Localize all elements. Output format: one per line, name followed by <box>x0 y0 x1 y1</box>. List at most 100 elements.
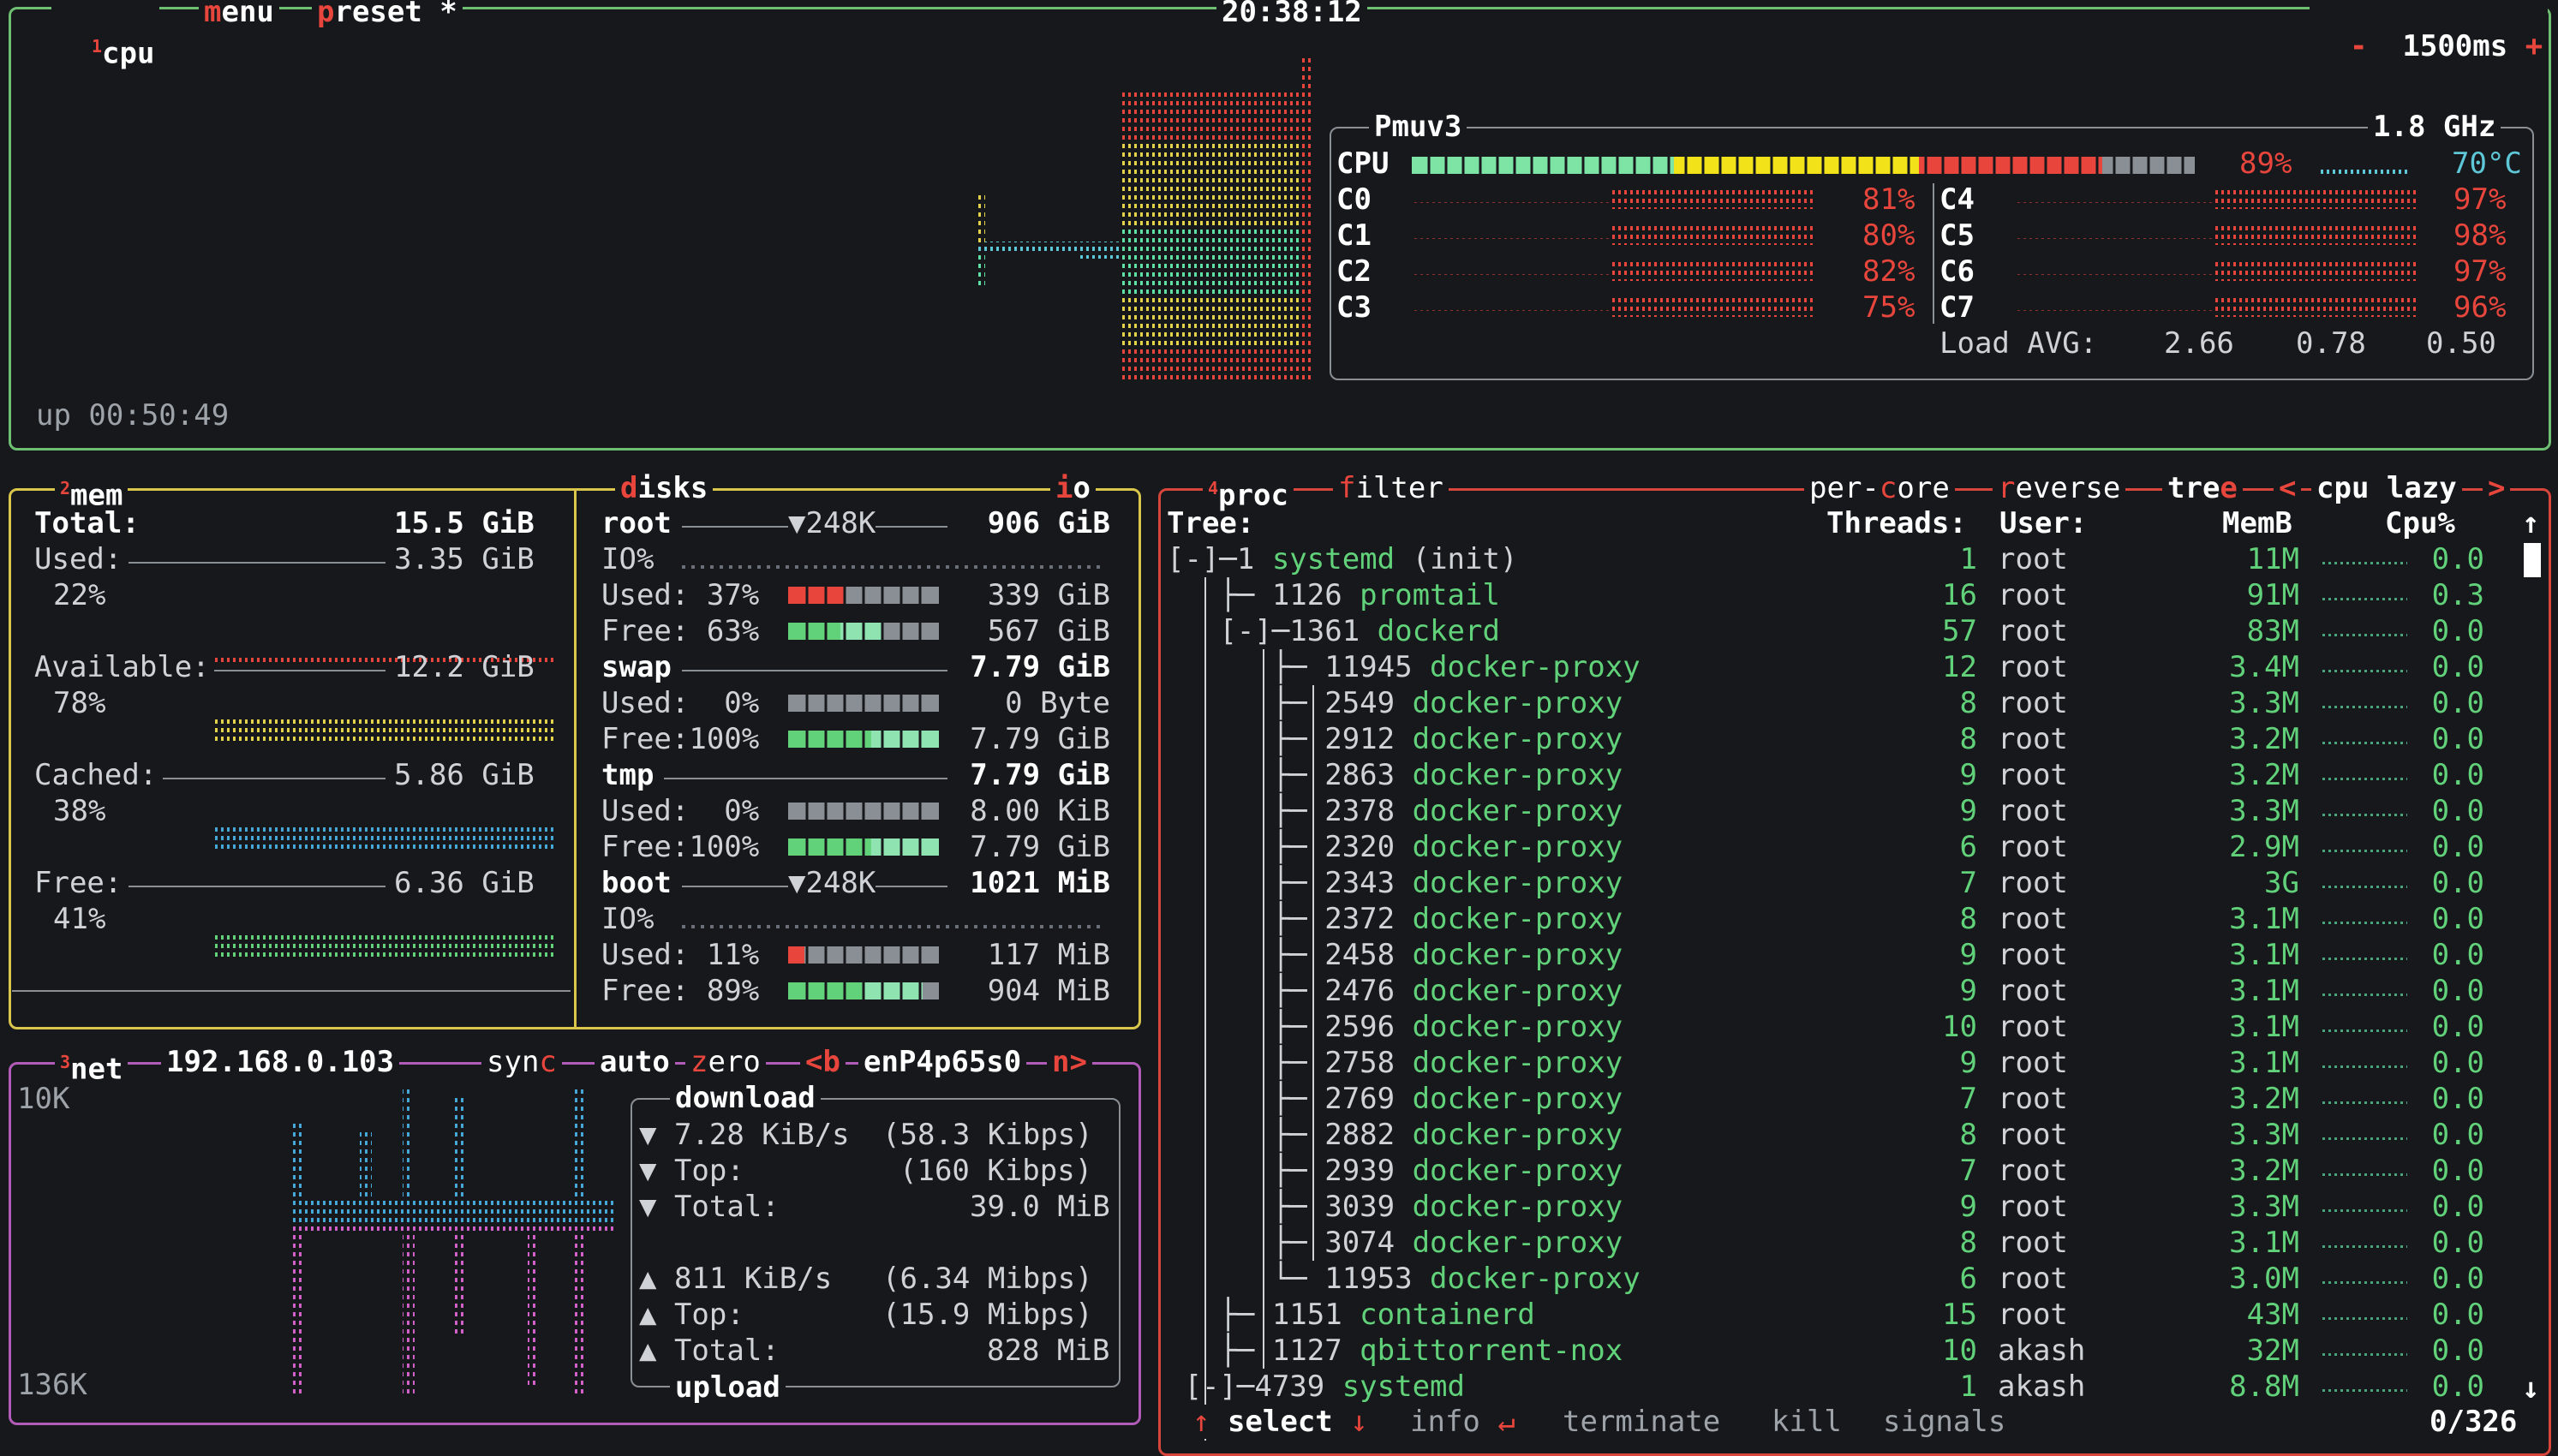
download-rate-bits: (58.3 Kibps) <box>882 1118 1093 1152</box>
process-row[interactable]: ├─ 2476 docker-proxy 9 root 3.1M 0.0 <box>1167 973 2512 1009</box>
load-avg-label: Load AVG: <box>1939 326 2098 361</box>
core-c6-percent: 97% <box>2453 254 2507 289</box>
process-cpu: 0.0 <box>2431 794 2484 828</box>
header-tree[interactable]: Tree: <box>1167 505 1254 541</box>
prev-interface-button[interactable]: <b <box>800 1045 846 1079</box>
disk-root-name: root <box>601 506 672 540</box>
process-row[interactable]: [-]─1361 dockerd 57 root 83M 0.0 <box>1167 613 2512 649</box>
header-user[interactable]: User: <box>1999 505 2087 541</box>
cpu-history-graph <box>975 57 1314 382</box>
tree-toggle[interactable]: tree <box>2162 471 2243 505</box>
process-row[interactable]: ├─ 2596 docker-proxy 10 root 3.1M 0.0 <box>1167 1009 2512 1045</box>
header-mem[interactable]: MemB <box>2222 505 2292 541</box>
interval-increase-button[interactable]: + <box>2525 29 2543 63</box>
header-cpu[interactable]: Cpu% <box>2385 505 2455 541</box>
kill-button[interactable]: kill <box>1766 1405 1847 1439</box>
process-row[interactable]: ├─ 2769 docker-proxy 7 root 3.2M 0.0 <box>1167 1081 2512 1117</box>
panel-number: 1 <box>91 36 102 57</box>
disk-boot-name: boot <box>601 866 672 900</box>
next-interface-button[interactable]: n> <box>1047 1045 1092 1079</box>
disk-boot-io-label: IO% <box>601 902 654 936</box>
disk-tmp-used-label: Used: 0% <box>601 794 760 828</box>
info-button[interactable]: info ↵ <box>1405 1405 1521 1439</box>
sort-next-button[interactable]: > <box>2483 471 2511 505</box>
process-cpu: 0.0 <box>2431 1226 2484 1260</box>
process-row[interactable]: ├─ 2758 docker-proxy 9 root 3.1M 0.0 <box>1167 1045 2512 1081</box>
terminate-button[interactable]: terminate <box>1557 1405 1726 1439</box>
process-row[interactable]: [-]─4739 systemd 1 akash 8.8M 0.0 <box>1167 1369 2512 1405</box>
process-row[interactable]: ├─ 2863 docker-proxy 9 root 3.2M 0.0 <box>1167 757 2512 793</box>
reverse-toggle[interactable]: reverse <box>1993 471 2126 505</box>
mem-cached-graph <box>214 826 557 851</box>
mem-cached-label: Cached: <box>34 758 158 792</box>
process-row[interactable]: ├─ 2912 docker-proxy 8 root 3.2M 0.0 <box>1167 721 2512 757</box>
process-list: [-]─1 systemd (init) 1 root 11M 0.0 ├─ 1126 … <box>1167 541 2512 1441</box>
process-cpu: 0.3 <box>2431 578 2484 612</box>
scroll-down-icon[interactable]: ↓ <box>2522 1370 2539 1406</box>
process-cpu: 0.0 <box>2431 1369 2484 1404</box>
load-avg-1: 2.66 <box>2164 326 2234 361</box>
upload-top-label: ▲ Top: <box>639 1298 744 1332</box>
process-row[interactable]: ├─ 2458 docker-proxy 9 root 3.1M 0.0 <box>1167 937 2512 973</box>
download-top-label: ▼ Top: <box>639 1154 744 1188</box>
auto-toggle[interactable]: auto <box>595 1045 675 1079</box>
mem-cached-percent: 38% <box>53 794 106 828</box>
core-c7-percent: 96% <box>2453 290 2507 325</box>
process-cpu: 0.0 <box>2431 1298 2484 1332</box>
cpu-total-meter <box>1412 157 2195 174</box>
upload-rate-bits: (6.34 Mibps) <box>882 1262 1093 1296</box>
zero-toggle[interactable]: zero <box>685 1045 766 1079</box>
sort-prev-button[interactable]: < <box>2274 471 2302 505</box>
disk-tmp-free-value: 7.79 GiB <box>970 830 1110 864</box>
core-c0-percent: 81% <box>1862 182 1916 217</box>
process-row[interactable]: ├─ 2343 docker-proxy 7 root 3G 0.0 <box>1167 865 2512 901</box>
disk-root-free-value: 567 GiB <box>987 614 1110 648</box>
io-toggle[interactable]: io <box>1050 471 1096 505</box>
process-row[interactable]: ├─ 2939 docker-proxy 7 root 3.2M 0.0 <box>1167 1153 2512 1189</box>
process-row[interactable]: └─ 11953 docker-proxy 6 root 3.0M 0.0 <box>1167 1261 2512 1297</box>
interval-control[interactable]: - 1500ms + <box>2310 0 2549 63</box>
core-c6-graph <box>2017 260 2419 281</box>
download-total-value: 39.0 MiB <box>970 1190 1110 1224</box>
process-row[interactable]: ├─ 1127 qbittorrent-nox 10 akash 32M 0.0 <box>1167 1333 2512 1369</box>
cpu-total-percent: 89% <box>2239 146 2292 181</box>
menu-button[interactable]: menu <box>199 0 279 29</box>
process-row[interactable]: ├─ 2549 docker-proxy 8 root 3.3M 0.0 <box>1167 685 2512 721</box>
per-core-toggle[interactable]: per-core <box>1804 471 1955 505</box>
signals-button[interactable]: signals <box>1878 1405 2011 1439</box>
scrollbar-thumb[interactable] <box>2524 543 2541 577</box>
download-label: download <box>670 1081 821 1115</box>
disk-swap-free-label: Free:100% <box>601 722 760 756</box>
preset-button[interactable]: preset * <box>312 0 463 29</box>
disks-title[interactable]: disks <box>615 471 714 505</box>
cpu-tab[interactable]: cpu <box>102 36 154 70</box>
cpu-panel-title[interactable]: 1cpu <box>51 0 160 71</box>
tree-guide-line <box>1204 577 1206 1441</box>
sort-field[interactable]: cpu lazy <box>2311 471 2462 505</box>
disk-tmp-free-meter <box>788 838 939 856</box>
process-row[interactable]: ├─ 3039 docker-proxy 9 root 3.3M 0.0 <box>1167 1189 2512 1225</box>
core-c4-percent: 97% <box>2453 182 2507 217</box>
select-control[interactable]: ↑ select ↓ <box>1187 1405 1373 1439</box>
net-interface: enP4p65s0 <box>858 1045 1027 1079</box>
process-row[interactable]: [-]─1 systemd (init) 1 root 11M 0.0 <box>1167 541 2512 577</box>
header-threads[interactable]: Threads: <box>1826 505 1967 541</box>
process-row[interactable]: ├─ 2320 docker-proxy 6 root 2.9M 0.0 <box>1167 829 2512 865</box>
process-row[interactable]: ├─ 2372 docker-proxy 8 root 3.1M 0.0 <box>1167 901 2512 937</box>
process-cpu: 0.0 <box>2431 1082 2484 1116</box>
filter-button[interactable]: filter <box>1333 471 1449 505</box>
process-row[interactable]: ├─ 11945 docker-proxy 12 root 3.4M 0.0 <box>1167 649 2512 685</box>
process-row[interactable]: ├─ 1151 containerd 15 root 43M 0.0 <box>1167 1297 2512 1333</box>
net-scale-bottom: 136K <box>17 1368 87 1402</box>
upload-total-label: ▲ Total: <box>639 1334 780 1368</box>
scroll-up-icon[interactable]: ↑ <box>2522 505 2539 541</box>
interval-decrease-button[interactable]: - <box>2350 29 2367 63</box>
mem-cached-value: 5.86 GiB <box>394 758 535 792</box>
process-row[interactable]: ├─ 1126 promtail 16 root 91M 0.3 <box>1167 577 2512 613</box>
process-row[interactable]: ├─ 3074 docker-proxy 8 root 3.1M 0.0 <box>1167 1225 2512 1261</box>
tree-guide-line <box>1263 649 1264 1369</box>
sync-toggle[interactable]: sync <box>481 1045 562 1079</box>
process-row[interactable]: ├─ 2378 docker-proxy 9 root 3.3M 0.0 <box>1167 793 2512 829</box>
process-count: 0/326 <box>2424 1405 2523 1439</box>
process-row[interactable]: ├─ 2882 docker-proxy 8 root 3.3M 0.0 <box>1167 1117 2512 1153</box>
